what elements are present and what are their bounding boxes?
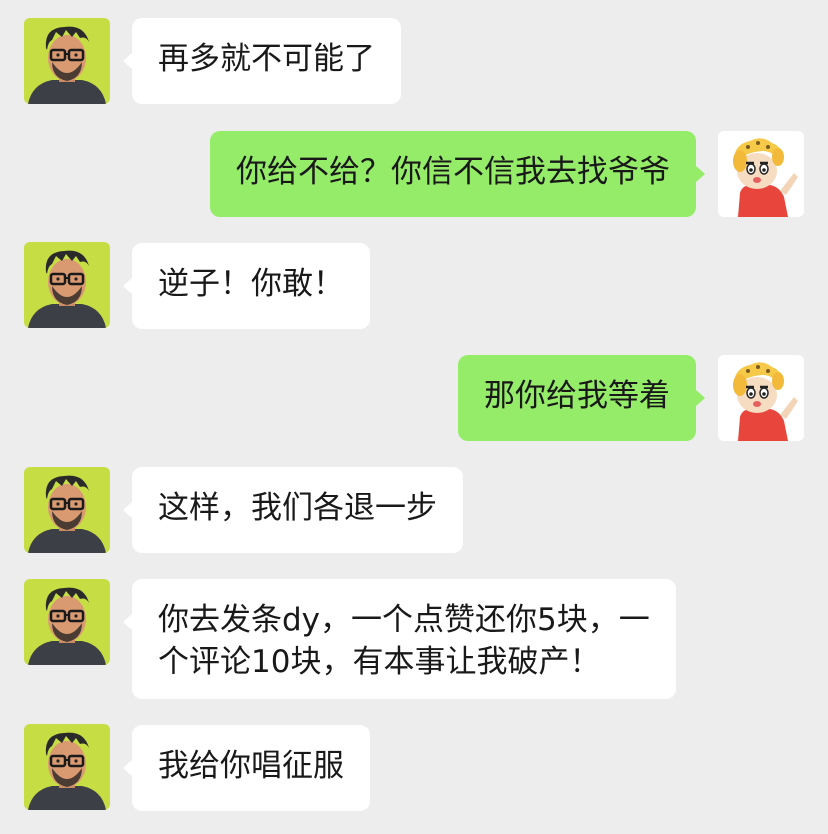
message-bubble[interactable]: 那你给我等着 (458, 355, 705, 441)
sender-avatar[interactable] (24, 724, 110, 810)
message-bubble[interactable]: 逆子！你敢！ (123, 243, 370, 329)
cartoon-kid-icon (718, 355, 804, 441)
message-bubble[interactable]: 这样，我们各退一步 (123, 467, 463, 553)
cartoon-kid-icon (718, 131, 804, 217)
man-with-glasses-icon (24, 467, 110, 553)
man-with-glasses-icon (24, 242, 110, 328)
sender-avatar[interactable] (24, 467, 110, 553)
sender-avatar[interactable] (24, 579, 110, 665)
man-with-glasses-icon (24, 579, 110, 665)
man-with-glasses-icon (24, 724, 110, 810)
message-bubble[interactable]: 再多就不可能了 (123, 18, 401, 104)
sender-avatar[interactable] (24, 18, 110, 104)
man-with-glasses-icon (24, 18, 110, 104)
message-bubble[interactable]: 你去发条dy，一个点赞还你5块，一 个评论10块，有本事让我破产！ (123, 579, 676, 699)
sender-avatar[interactable] (24, 242, 110, 328)
my-avatar[interactable] (718, 131, 804, 217)
chat-message-list[interactable]: 再多就不可能了 你给不给？你信不信我去找爷爷 逆子！你敢！ 那你给我等着 这样，… (0, 0, 828, 834)
message-bubble[interactable]: 你给不给？你信不信我去找爷爷 (210, 131, 705, 217)
message-bubble[interactable]: 我给你唱征服 (123, 725, 370, 811)
my-avatar[interactable] (718, 355, 804, 441)
